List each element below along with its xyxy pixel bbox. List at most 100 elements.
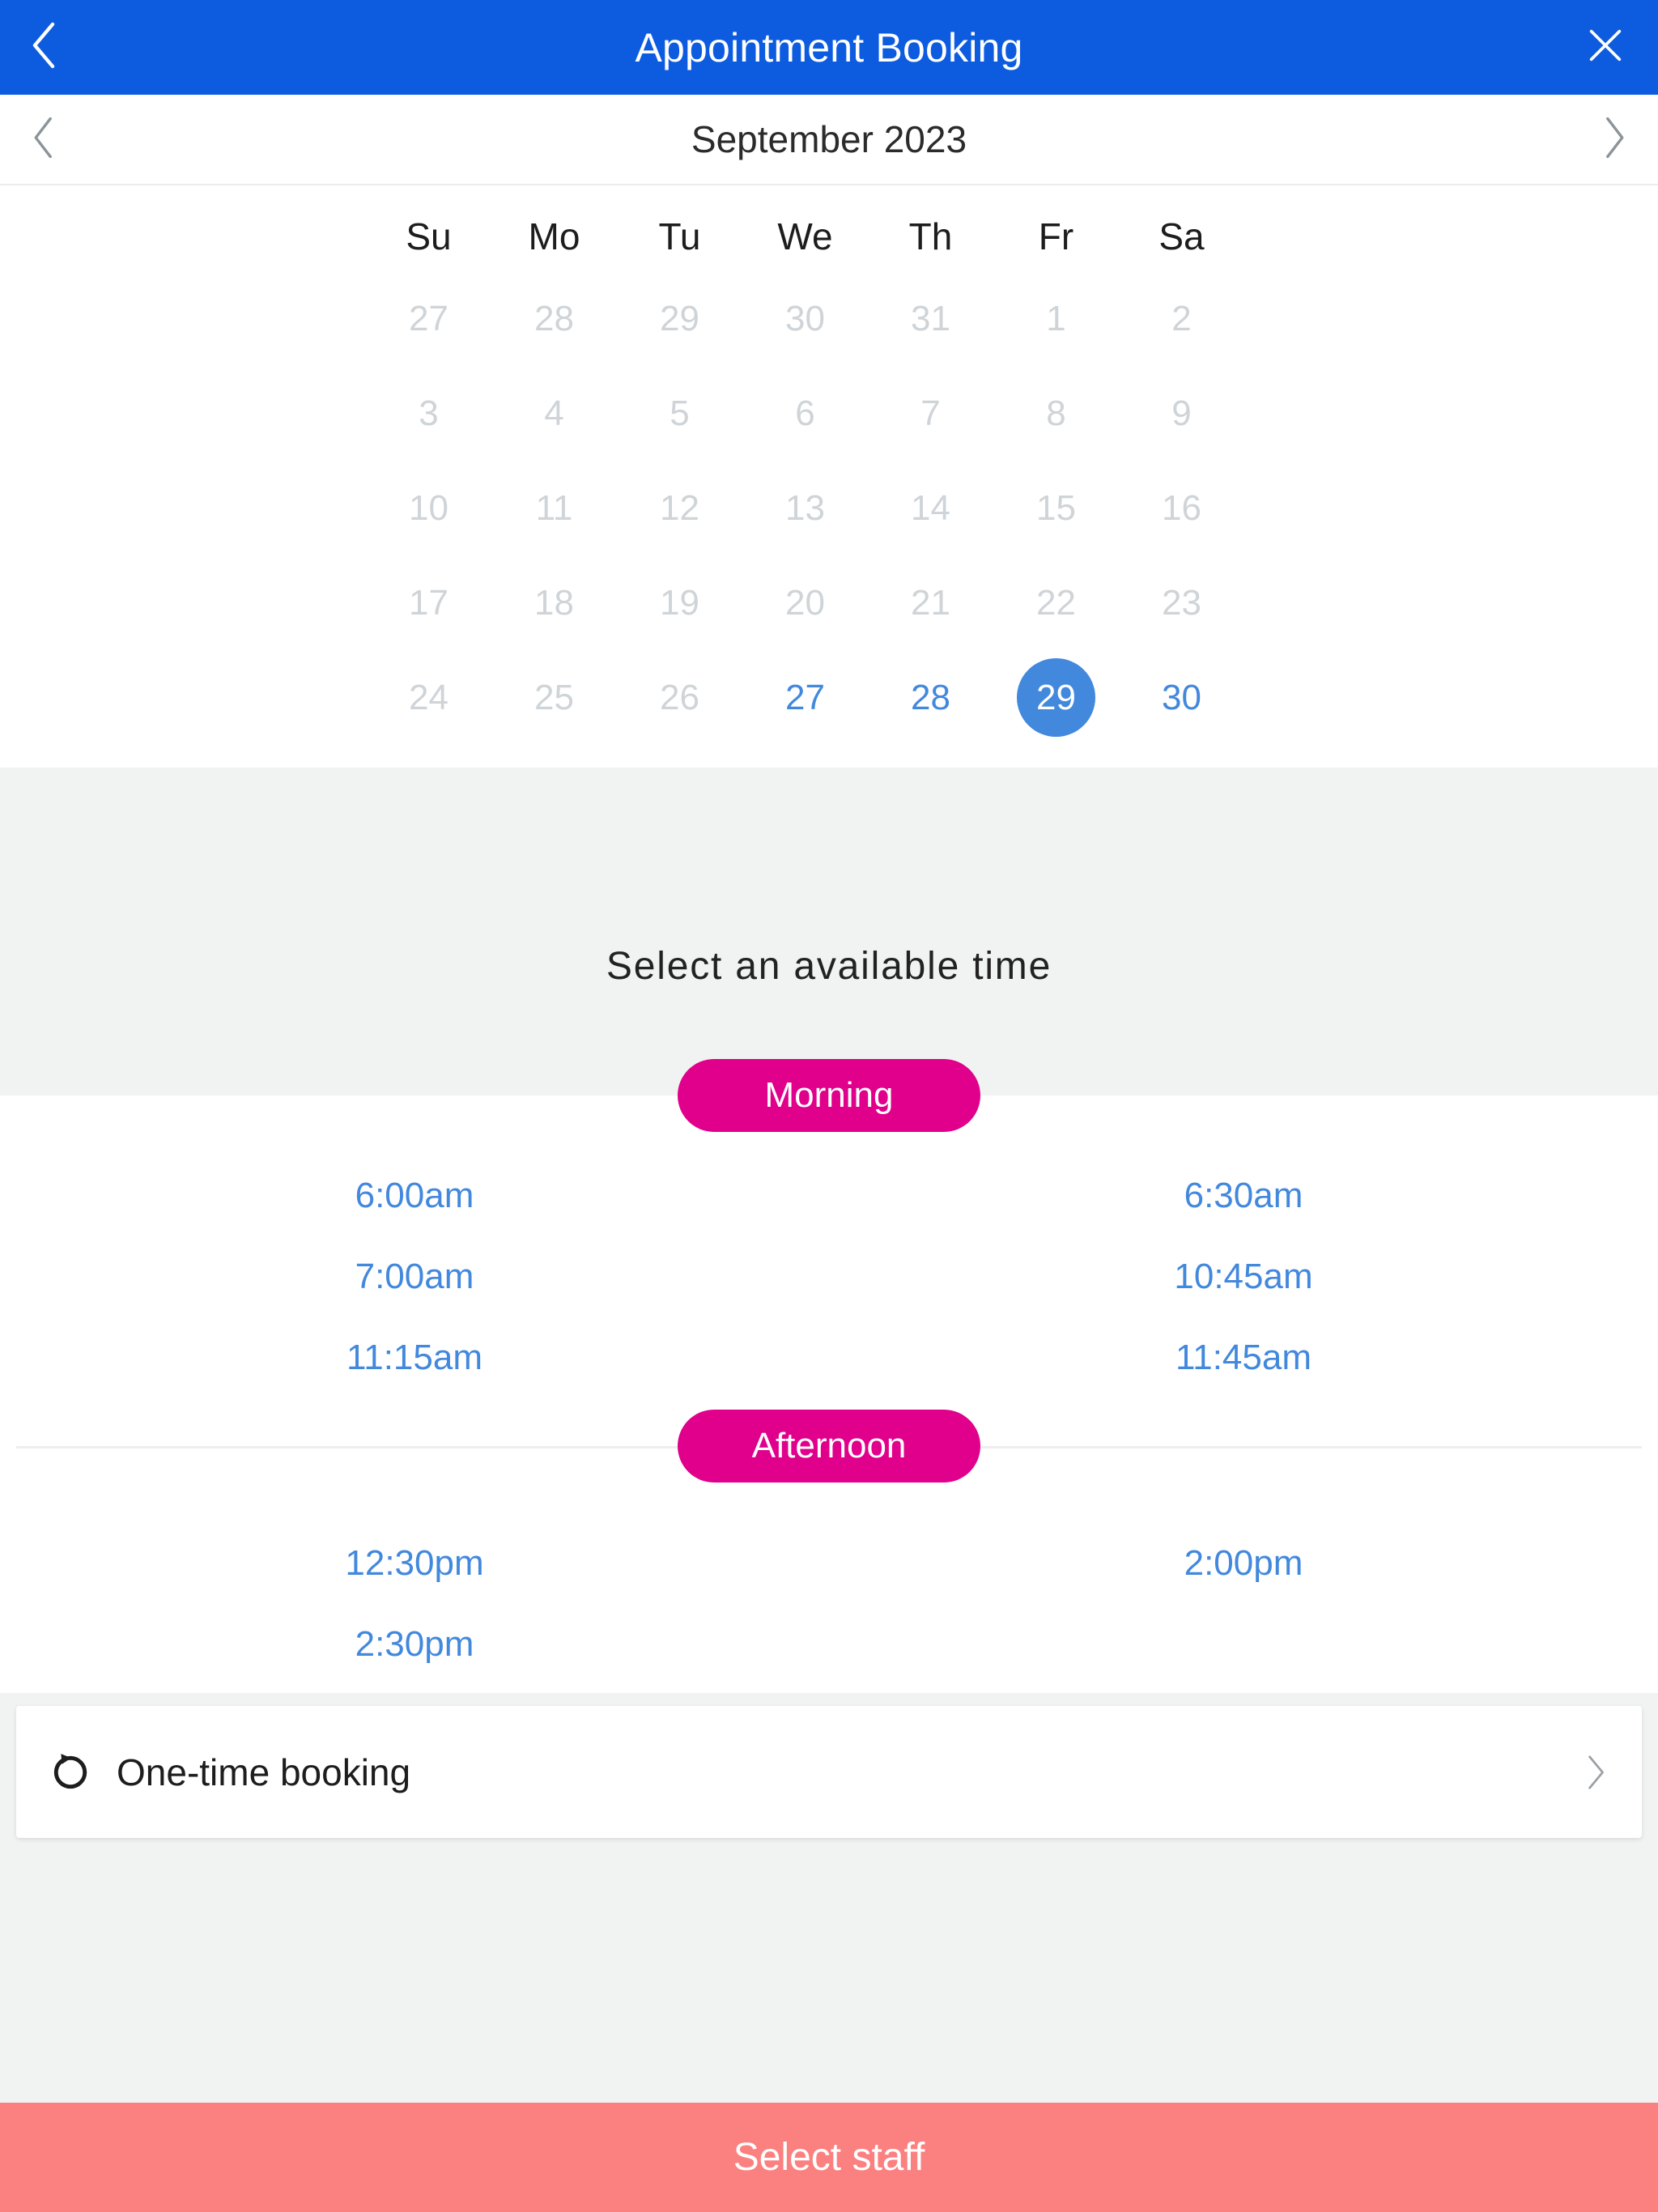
time-slot-morning-cell[interactable]: 6:30am xyxy=(829,1178,1658,1214)
calendar-day: 10 xyxy=(409,487,449,528)
calendar-cell: 26 xyxy=(617,650,742,745)
time-slot-afternoon-row: 12:30pm 2:00pm xyxy=(0,1523,1658,1604)
time-slots-section: Morning 6:00am 6:30am 7:00am 10:45am 11:15am… xyxy=(0,1059,1658,1693)
calendar-day: 14 xyxy=(911,487,950,528)
calendar-day[interactable]: 30 xyxy=(1142,658,1221,737)
time-slot-morning-cell[interactable]: 6:00am xyxy=(0,1178,829,1214)
calendar-day: 9 xyxy=(1171,393,1192,433)
afternoon-section-pill[interactable]: Afternoon xyxy=(678,1410,980,1482)
calendar-cell[interactable]: 28 xyxy=(868,650,993,745)
calendar-day[interactable]: 27 xyxy=(766,658,844,737)
calendar-day: 7 xyxy=(920,393,941,433)
time-slot-morning-row: 6:00am 6:30am xyxy=(0,1155,1658,1236)
calendar-weekday: Su xyxy=(406,215,452,257)
calendar-cell: 2 xyxy=(1119,271,1244,366)
calendar-cell: 12 xyxy=(617,461,742,555)
calendar-day[interactable]: 28 xyxy=(891,658,970,737)
calendar-cell: 11 xyxy=(491,461,617,555)
calendar-cell: 25 xyxy=(491,650,617,745)
calendar-cell: 3 xyxy=(366,366,491,461)
calendar-cell: 6 xyxy=(742,366,868,461)
previous-month-button[interactable] xyxy=(0,95,89,184)
select-time-heading: Select an available time xyxy=(606,945,1052,988)
calendar-day: 19 xyxy=(660,582,699,623)
next-month-button[interactable] xyxy=(1569,95,1658,184)
calendar-day: 28 xyxy=(534,298,574,338)
calendar-day: 20 xyxy=(785,582,825,623)
close-button[interactable] xyxy=(1561,0,1650,95)
time-slot-afternoon-cell[interactable]: 12:30pm xyxy=(0,1546,829,1581)
calendar-day: 11 xyxy=(535,487,573,528)
calendar-cell[interactable]: 29 xyxy=(993,650,1119,745)
afternoon-divider-row: Afternoon xyxy=(0,1410,1658,1482)
calendar-day: 21 xyxy=(911,582,950,623)
calendar-cell: 1 xyxy=(993,271,1119,366)
calendar-day: 18 xyxy=(534,582,574,623)
calendar-weekday: Th xyxy=(908,215,953,257)
time-slot-morning[interactable]: 11:45am xyxy=(1175,1340,1312,1376)
calendar-weekday: Sa xyxy=(1158,215,1205,257)
time-slot-morning[interactable]: 11:15am xyxy=(346,1340,483,1376)
time-slot-morning-cell[interactable]: 11:15am xyxy=(0,1340,829,1376)
month-navigation-bar: September 2023 xyxy=(0,95,1658,185)
calendar-day: 1 xyxy=(1046,298,1066,338)
calendar-weekday-header: Su Mo Tu We Th Fr Sa xyxy=(366,202,1269,271)
title-bar: Appointment Booking xyxy=(0,0,1658,95)
time-slot-morning-row: 11:15am 11:45am xyxy=(0,1317,1658,1398)
page-title: Appointment Booking xyxy=(635,24,1023,70)
repeat-icon xyxy=(47,1749,94,1796)
time-slot-morning-row: 7:00am 10:45am xyxy=(0,1236,1658,1317)
calendar-day: 16 xyxy=(1162,487,1201,528)
calendar-cell: 14 xyxy=(868,461,993,555)
calendar-cell: 17 xyxy=(366,555,491,650)
calendar-cell: 30 xyxy=(742,271,868,366)
afternoon-slot-list: 12:30pm 2:00pm 2:30pm xyxy=(0,1482,1658,1685)
morning-slot-list: 6:00am 6:30am 7:00am 10:45am 11:15am 11:45am xyxy=(0,1095,1658,1398)
calendar-weekday: Fr xyxy=(1038,215,1074,257)
appointment-booking-screen: Appointment Booking September 2023 Su Mo… xyxy=(0,0,1658,2212)
time-slot-afternoon-cell[interactable]: 2:00pm xyxy=(829,1546,1658,1581)
one-time-booking-label: One-time booking xyxy=(117,1750,411,1793)
calendar-cell: 10 xyxy=(366,461,491,555)
calendar-cell: 20 xyxy=(742,555,868,650)
one-time-booking-row[interactable]: One-time booking xyxy=(16,1706,1642,1838)
calendar-cell: 4 xyxy=(491,366,617,461)
morning-section-pill[interactable]: Morning xyxy=(678,1059,980,1132)
calendar-day: 25 xyxy=(534,677,574,717)
chevron-left-icon xyxy=(30,113,59,166)
time-slot-morning-cell[interactable]: 10:45am xyxy=(829,1259,1658,1295)
close-icon xyxy=(1584,24,1626,70)
booking-option-area: One-time booking xyxy=(0,1693,1658,2103)
month-label: September 2023 xyxy=(691,118,967,160)
calendar-cell: 28 xyxy=(491,271,617,366)
calendar-cell: 27 xyxy=(366,271,491,366)
time-slot-morning[interactable]: 6:30am xyxy=(1184,1178,1303,1214)
chevron-right-icon xyxy=(1571,1748,1619,1797)
calendar-day: 15 xyxy=(1036,487,1076,528)
time-slot-morning[interactable]: 7:00am xyxy=(355,1259,474,1295)
time-slot-morning[interactable]: 10:45am xyxy=(1174,1259,1312,1295)
time-slot-afternoon[interactable]: 2:30pm xyxy=(355,1627,474,1662)
calendar-cell: 19 xyxy=(617,555,742,650)
calendar-day: 17 xyxy=(409,582,449,623)
calendar-weekday: Mo xyxy=(528,215,580,257)
time-slot-afternoon[interactable]: 12:30pm xyxy=(345,1546,483,1581)
time-slot-afternoon-cell[interactable]: 2:30pm xyxy=(0,1627,829,1662)
calendar-day: 8 xyxy=(1046,393,1066,433)
time-slot-morning-cell[interactable]: 11:45am xyxy=(829,1340,1658,1376)
calendar-cell: 15 xyxy=(993,461,1119,555)
time-slot-morning[interactable]: 6:00am xyxy=(355,1178,474,1214)
calendar-cell: 24 xyxy=(366,650,491,745)
calendar-cell[interactable]: 27 xyxy=(742,650,868,745)
calendar: Su Mo Tu We Th Fr Sa 27 28 29 30 31 1 2 3 4 5 6 7 8 9 10 11 12… xyxy=(0,185,1658,768)
calendar-day: 30 xyxy=(785,298,825,338)
calendar-cell: 23 xyxy=(1119,555,1244,650)
time-slot-afternoon[interactable]: 2:00pm xyxy=(1184,1546,1303,1581)
time-slot-morning-cell[interactable]: 7:00am xyxy=(0,1259,829,1295)
calendar-cell[interactable]: 30 xyxy=(1119,650,1244,745)
chevron-left-icon xyxy=(28,19,61,75)
calendar-cell: 29 xyxy=(617,271,742,366)
select-staff-button[interactable]: Select staff xyxy=(0,2103,1658,2212)
back-button[interactable] xyxy=(0,0,89,95)
calendar-day-selected[interactable]: 29 xyxy=(1017,658,1095,737)
